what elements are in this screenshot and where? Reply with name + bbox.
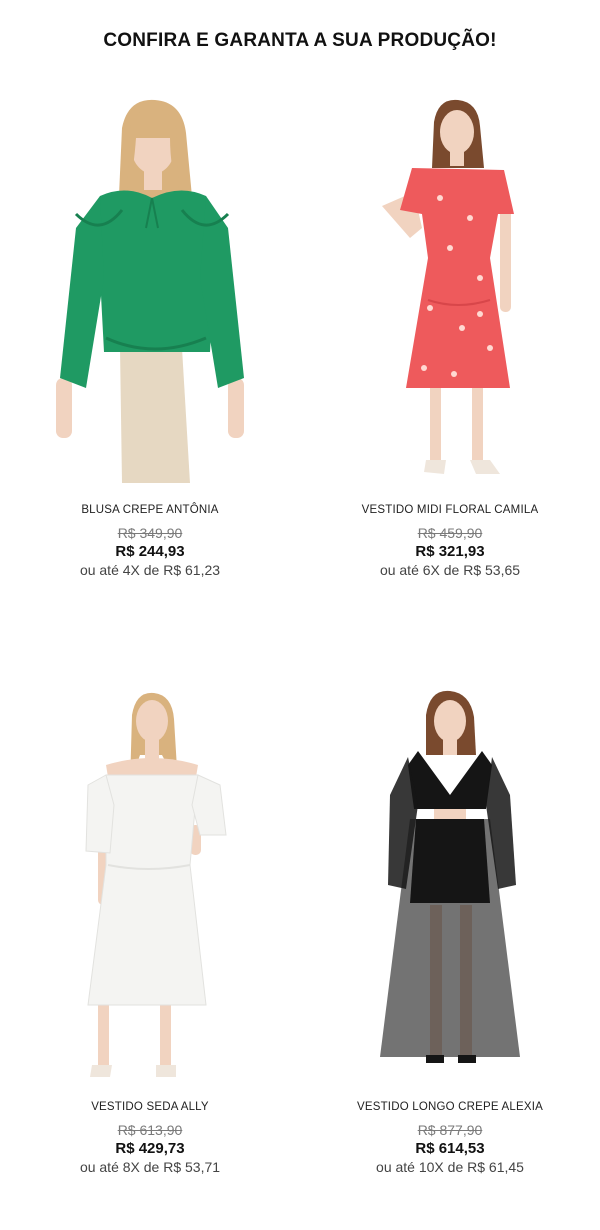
product-card[interactable]: VESTIDO MIDI FLORAL CAMILA R$ 459,90 R$ …: [300, 88, 600, 578]
product-name[interactable]: VESTIDO SEDA ALLY: [0, 1101, 300, 1113]
original-price: R$ 613,90: [117, 1122, 183, 1138]
product-card[interactable]: VESTIDO LONGO CREPE ALEXIA R$ 877,90 R$ …: [300, 685, 600, 1175]
product-image[interactable]: [330, 88, 570, 488]
sale-price: R$ 321,93: [415, 543, 485, 560]
installments-text: ou até 10X de R$ 61,45: [376, 1159, 524, 1175]
original-price: R$ 349,90: [117, 525, 183, 541]
product-name[interactable]: VESTIDO MIDI FLORAL CAMILA: [300, 504, 600, 516]
original-price: R$ 459,90: [417, 525, 483, 541]
installments-text: ou até 4X de R$ 61,23: [79, 562, 221, 578]
installments-text: ou até 8X de R$ 53,71: [79, 1159, 221, 1175]
sale-price: R$ 614,53: [415, 1140, 485, 1157]
product-name[interactable]: VESTIDO LONGO CREPE ALEXIA: [300, 1101, 600, 1113]
product-image[interactable]: [30, 88, 270, 488]
product-image[interactable]: [330, 685, 570, 1085]
product-card[interactable]: VESTIDO SEDA ALLY R$ 613,90 R$ 429,73 ou…: [0, 685, 300, 1175]
sale-price: R$ 244,93: [115, 543, 185, 560]
product-name[interactable]: BLUSA CREPE ANTÔNIA: [0, 504, 300, 516]
product-image[interactable]: [30, 685, 270, 1085]
installments-text: ou até 6X de R$ 53,65: [379, 562, 521, 578]
product-card[interactable]: BLUSA CREPE ANTÔNIA R$ 349,90 R$ 244,93 …: [0, 88, 300, 578]
sale-price: R$ 429,73: [115, 1140, 185, 1157]
original-price: R$ 877,90: [417, 1122, 483, 1138]
page-title: CONFIRA E GARANTA A SUA PRODUÇÃO!: [103, 30, 497, 51]
